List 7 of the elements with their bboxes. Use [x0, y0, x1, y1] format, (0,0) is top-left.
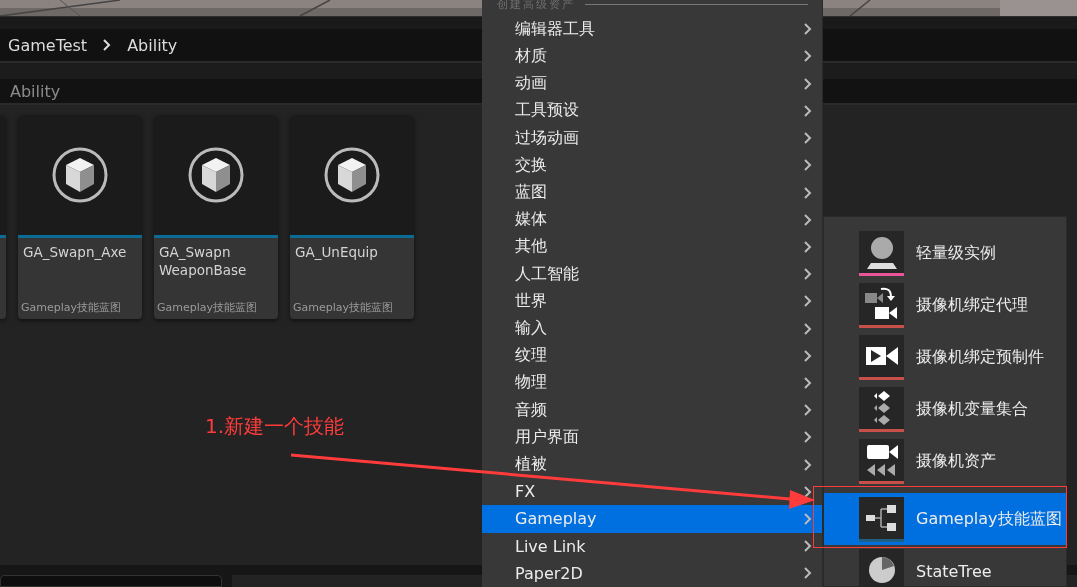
asset-type: Gameplay技能蓝图: [292, 300, 395, 316]
asset-type: Gameplay技能蓝图: [156, 300, 259, 316]
annotation-text: 1.新建一个技能: [205, 413, 345, 440]
asset-name: GA_Swapn WeaponBase: [158, 243, 248, 279]
asset-name: GA_UnEquip: [294, 243, 379, 261]
asset-name: GA_Swapn_Axe: [22, 243, 128, 261]
asset-type: Gameplay技能蓝图: [20, 300, 123, 316]
